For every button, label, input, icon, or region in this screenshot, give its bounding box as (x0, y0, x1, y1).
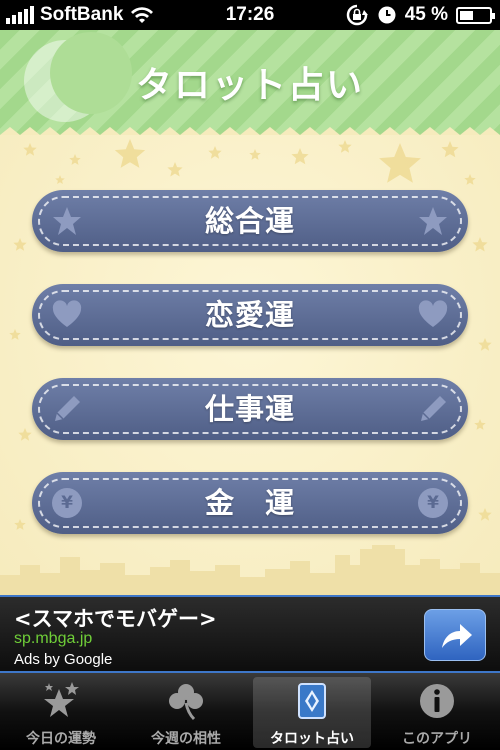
ad-url[interactable]: sp.mbga.jp (14, 630, 92, 648)
background-star (13, 238, 27, 251)
background-star (338, 140, 352, 153)
page-title: タロット占い (135, 65, 364, 106)
background-star (478, 508, 492, 521)
ad-attribution: Ads by Google (14, 651, 113, 668)
tab-label: このアプリ (402, 731, 472, 747)
background-star (69, 154, 81, 165)
background-star (208, 146, 222, 159)
menu-label-work-fortune: 仕事運 (204, 392, 295, 426)
pencil-icon (421, 396, 446, 421)
heart-icon (418, 300, 448, 327)
background-star (441, 141, 459, 158)
info-icon (420, 684, 454, 718)
background-star (55, 175, 65, 184)
alarm-clock-icon (378, 6, 396, 24)
city-skyline-decoration (0, 545, 500, 595)
star-icon (419, 207, 447, 235)
battery-icon (456, 6, 495, 24)
main-content: 総合運 恋愛運 仕事運 ¥ 金 運 ¥ (0, 135, 500, 595)
clover-icon (169, 684, 203, 721)
stars-icon (44, 682, 79, 717)
app-header: タロット占い (0, 30, 500, 135)
background-star (472, 237, 488, 252)
background-star (167, 162, 183, 177)
background-star (114, 139, 146, 168)
rotation-lock-icon (346, 4, 368, 26)
background-star (9, 329, 21, 340)
menu-button-work-fortune[interactable]: 仕事運 (32, 378, 468, 440)
battery-percentage: 45 % (404, 4, 448, 25)
background-star (23, 143, 37, 156)
ad-banner[interactable]: <スマホでモバゲー> sp.mbga.jp Ads by Google (0, 595, 500, 673)
tab-today-fortune[interactable]: 今日の運勢 (2, 677, 120, 748)
ad-open-button[interactable] (424, 609, 486, 661)
menu-button-love-fortune[interactable]: 恋愛運 (32, 284, 468, 346)
background-star (379, 143, 421, 183)
tab-tarot-reading[interactable]: タロット占い (253, 677, 371, 748)
background-star (478, 338, 492, 351)
tab-weekly-compatibility[interactable]: 今週の相性 (127, 677, 245, 748)
background-star (291, 148, 309, 165)
menu-label-money-fortune: 金 運 (204, 486, 295, 520)
tab-label: 今日の運勢 (26, 731, 96, 747)
status-bar: SoftBank 17:26 45 % (0, 0, 500, 30)
background-star (474, 419, 486, 430)
share-arrow-icon (442, 624, 472, 648)
tab-about-app[interactable]: このアプリ (378, 677, 496, 748)
menu-label-overall-fortune: 総合運 (204, 204, 295, 238)
tarot-card-icon (298, 683, 326, 719)
tab-label: 今週の相性 (151, 731, 221, 747)
header-zigzag-edge (0, 127, 500, 135)
tab-label: タロット占い (270, 731, 354, 747)
menu-button-overall-fortune[interactable]: 総合運 (32, 190, 468, 252)
yen-coin-icon: ¥ (418, 488, 448, 518)
menu-button-money-fortune[interactable]: ¥ 金 運 ¥ (32, 472, 468, 534)
background-star (14, 519, 26, 530)
background-star (18, 428, 32, 441)
status-right: 45 % (345, 4, 495, 26)
menu-label-love-fortune: 恋愛運 (204, 298, 295, 332)
background-star (464, 174, 476, 185)
background-star (249, 149, 261, 160)
battery-fill (460, 10, 473, 20)
tab-bar: 今日の運勢 今週の相性 タロット占い このアプリ (0, 673, 500, 750)
ad-title[interactable]: <スマホでモバゲー> (14, 603, 217, 633)
